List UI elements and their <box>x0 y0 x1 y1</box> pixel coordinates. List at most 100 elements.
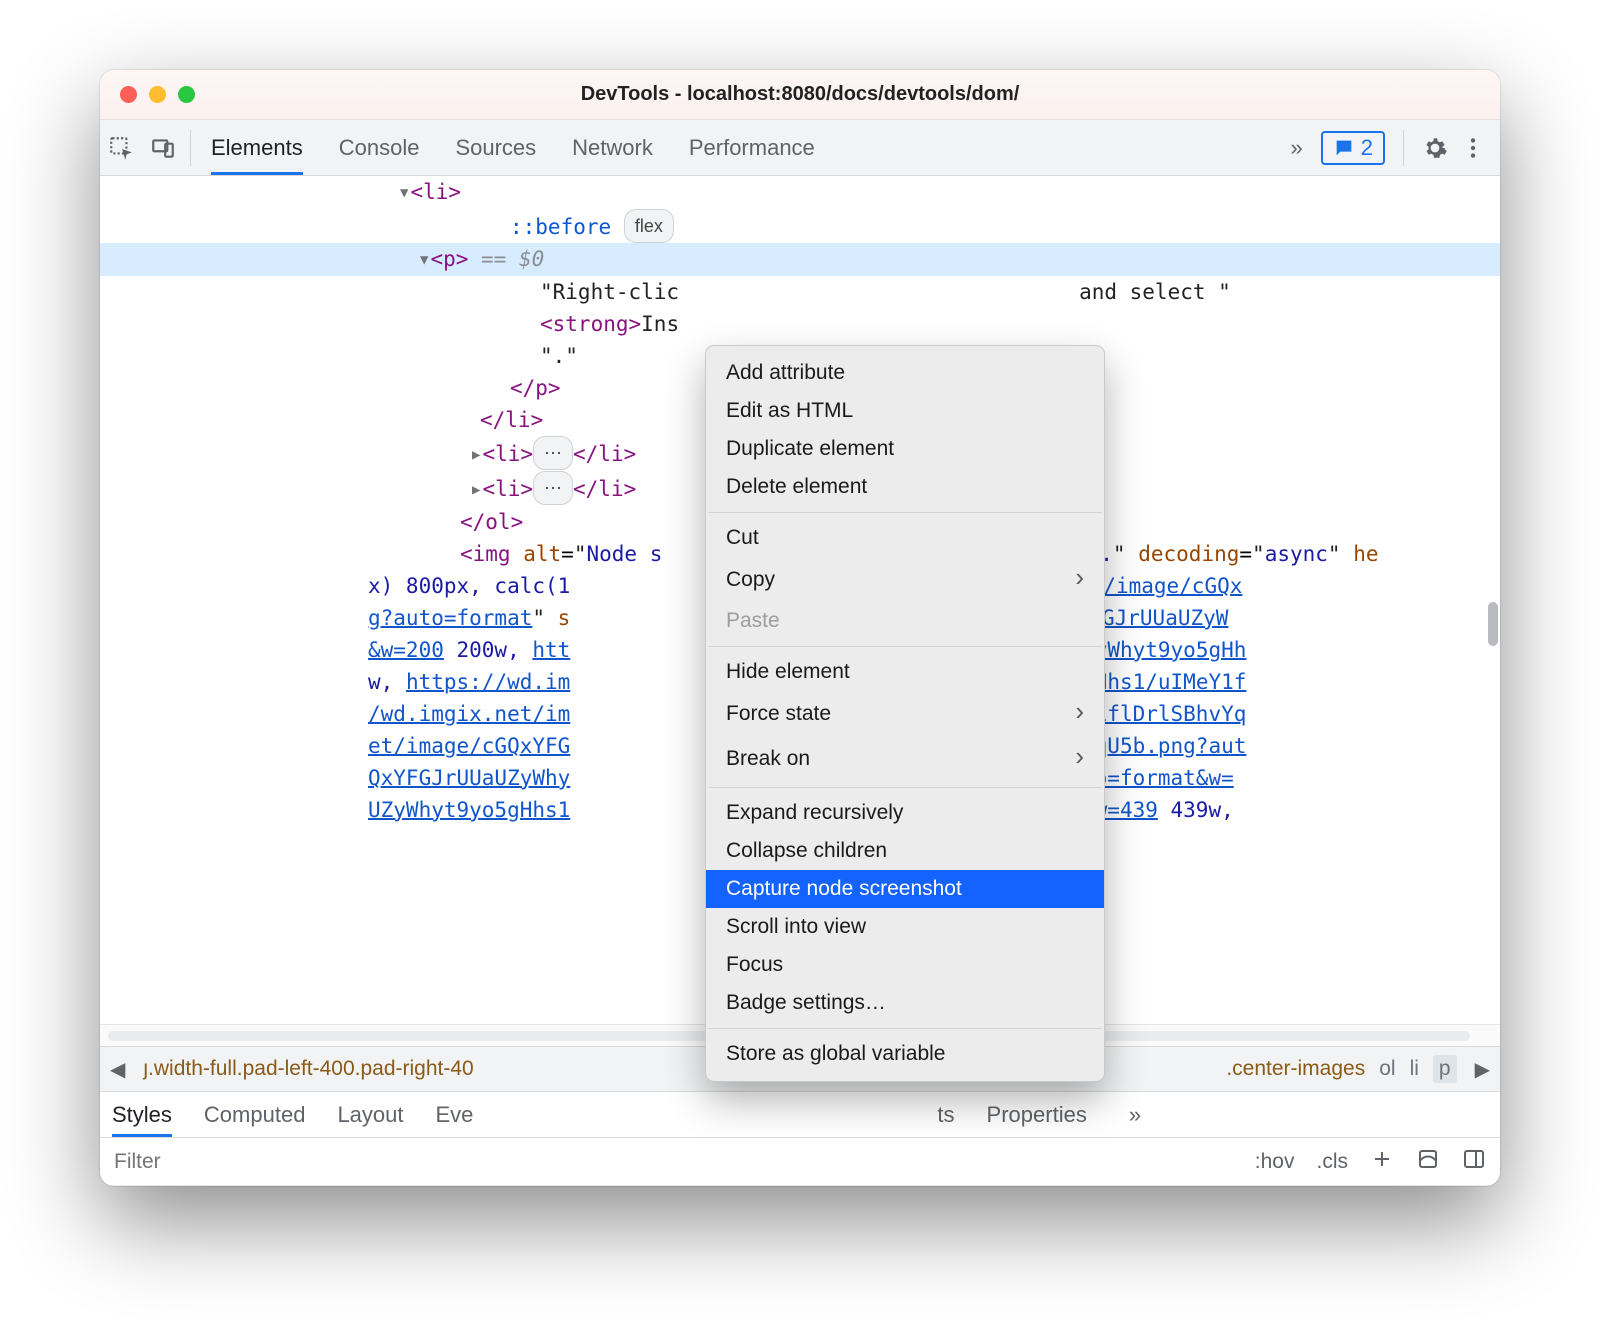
new-style-rule-icon[interactable] <box>1370 1147 1394 1177</box>
styles-tools: :hov .cls <box>1255 1147 1500 1177</box>
breadcrumb-item[interactable]: ol <box>1379 1057 1395 1081</box>
pane-tab-layout[interactable]: Layout <box>337 1092 403 1137</box>
computed-styles-icon[interactable] <box>1416 1147 1440 1177</box>
tab-performance[interactable]: Performance <box>689 120 815 175</box>
breadcrumb-item[interactable]: .center-images <box>1226 1057 1365 1081</box>
menu-item-label: Capture node screenshot <box>726 877 962 901</box>
dom-line[interactable]: ::before flex <box>100 209 1500 243</box>
disclosure-triangle-icon[interactable] <box>420 247 428 271</box>
gutter: ⋯ <box>100 176 160 1024</box>
menu-separator <box>708 512 1102 513</box>
dom-line[interactable]: "Right-clicand select " <box>100 276 1500 308</box>
menu-item-label: Badge settings… <box>726 991 886 1015</box>
menu-item[interactable]: Copy <box>706 557 1104 602</box>
breadcrumb-right-icon[interactable]: ▶ <box>1471 1057 1494 1082</box>
url-link[interactable]: QxYFGJrUUaUZyWhy <box>368 766 570 790</box>
menu-item[interactable]: Add attribute <box>706 354 1104 392</box>
menu-separator <box>708 787 1102 788</box>
pane-tab-computed[interactable]: Computed <box>204 1092 306 1137</box>
styles-panel-tabs: Styles Computed Layout Eve ts Properties… <box>100 1092 1500 1138</box>
pane-tab-breakpoints-truncated[interactable]: ts <box>937 1092 954 1137</box>
issues-icon <box>1333 137 1355 159</box>
pane-tab-event-listeners-truncated[interactable]: Eve <box>436 1092 474 1137</box>
styles-filter-input[interactable] <box>100 1150 1255 1174</box>
menu-item-label: Scroll into view <box>726 915 866 939</box>
vertical-scrollbar-thumb[interactable] <box>1488 602 1498 646</box>
zoom-window-button[interactable] <box>178 86 195 103</box>
url-link[interactable]: et/image/cGQxYFG <box>368 734 570 758</box>
pane-tab-styles[interactable]: Styles <box>112 1092 172 1137</box>
menu-item-label: Paste <box>726 609 780 633</box>
menu-item[interactable]: Cut <box>706 519 1104 557</box>
hover-toggle[interactable]: :hov <box>1255 1150 1295 1174</box>
url-link[interactable]: htt <box>532 638 570 662</box>
menu-item-label: Add attribute <box>726 361 845 385</box>
tab-elements[interactable]: Elements <box>211 120 303 175</box>
menu-item-label: Expand recursively <box>726 801 903 825</box>
menu-item[interactable]: Collapse children <box>706 832 1104 870</box>
titlebar: DevTools - localhost:8080/docs/devtools/… <box>100 70 1500 120</box>
menu-item-label: Break on <box>726 747 810 771</box>
panel-tabs: Elements Console Sources Network Perform… <box>211 120 815 175</box>
menu-item[interactable]: Expand recursively <box>706 794 1104 832</box>
url-link[interactable]: /wd.imgix.net/im <box>368 702 570 726</box>
inspect-element-icon[interactable] <box>100 135 142 161</box>
menu-item-label: Duplicate element <box>726 437 894 461</box>
menu-item-label: Collapse children <box>726 839 887 863</box>
traffic-lights <box>120 86 195 103</box>
menu-separator <box>708 1028 1102 1029</box>
more-tabs-icon[interactable]: » <box>1285 135 1309 161</box>
menu-item-label: Delete element <box>726 475 867 499</box>
main-toolbar: Elements Console Sources Network Perform… <box>100 120 1500 176</box>
menu-item[interactable]: Break on <box>706 736 1104 781</box>
tab-network[interactable]: Network <box>572 120 653 175</box>
menu-item-label: Hide element <box>726 660 850 684</box>
menu-item-label: Force state <box>726 702 831 726</box>
disclosure-triangle-icon[interactable] <box>400 180 408 204</box>
url-link[interactable]: https://wd.im <box>406 670 570 694</box>
dom-line[interactable]: <li> <box>100 176 1500 209</box>
tab-sources[interactable]: Sources <box>455 120 536 175</box>
disclosure-triangle-icon[interactable] <box>472 477 480 501</box>
issues-badge[interactable]: 2 <box>1321 131 1385 165</box>
ellipsis-badge[interactable]: ⋯ <box>533 471 573 505</box>
settings-icon[interactable] <box>1422 135 1448 161</box>
dom-line[interactable]: <strong>Ins <box>100 308 1500 340</box>
menu-item[interactable]: Delete element <box>706 468 1104 506</box>
breadcrumb-item[interactable]: ȷ.width-full.pad-left-400.pad-right-40 <box>143 1057 473 1081</box>
url-link[interactable]: &w=200 <box>368 638 444 662</box>
issues-count: 2 <box>1361 135 1373 161</box>
devtools-window: DevTools - localhost:8080/docs/devtools/… <box>100 70 1500 1186</box>
menu-item[interactable]: Edit as HTML <box>706 392 1104 430</box>
menu-item[interactable]: Hide element <box>706 653 1104 691</box>
more-pane-tabs-icon[interactable]: » <box>1123 1102 1147 1128</box>
styles-toolbar: :hov .cls <box>100 1138 1500 1186</box>
kebab-menu-icon[interactable] <box>1460 135 1486 161</box>
flex-badge[interactable]: flex <box>624 209 674 243</box>
menu-item: Paste <box>706 602 1104 640</box>
menu-item[interactable]: Scroll into view <box>706 908 1104 946</box>
breadcrumb-left-icon[interactable]: ◀ <box>106 1057 129 1082</box>
context-menu[interactable]: Add attribute Edit as HTML Duplicate eleme… <box>705 345 1105 1082</box>
toggle-sidebar-icon[interactable] <box>1462 1147 1486 1177</box>
dom-selected-line[interactable]: <p> == $0 <box>100 243 1500 276</box>
url-link[interactable]: UZyWhyt9yo5gHhs1 <box>368 798 570 822</box>
menu-item[interactable]: Store as global variable <box>706 1035 1104 1073</box>
menu-separator <box>708 646 1102 647</box>
close-window-button[interactable] <box>120 86 137 103</box>
menu-item[interactable]: Focus <box>706 946 1104 984</box>
device-toolbar-icon[interactable] <box>142 135 184 161</box>
disclosure-triangle-icon[interactable] <box>472 442 480 466</box>
ellipsis-badge[interactable]: ⋯ <box>533 436 573 470</box>
url-link[interactable]: g?auto=format <box>368 606 532 630</box>
menu-item[interactable]: Capture node screenshot <box>706 870 1104 908</box>
breadcrumb-item[interactable]: li <box>1410 1057 1419 1081</box>
menu-item[interactable]: Badge settings… <box>706 984 1104 1022</box>
tab-console[interactable]: Console <box>339 120 420 175</box>
minimize-window-button[interactable] <box>149 86 166 103</box>
menu-item[interactable]: Force state <box>706 691 1104 736</box>
menu-item[interactable]: Duplicate element <box>706 430 1104 468</box>
pane-tab-properties[interactable]: Properties <box>987 1092 1087 1137</box>
cls-toggle[interactable]: .cls <box>1317 1150 1349 1174</box>
breadcrumb-item-active[interactable]: p <box>1433 1055 1457 1083</box>
